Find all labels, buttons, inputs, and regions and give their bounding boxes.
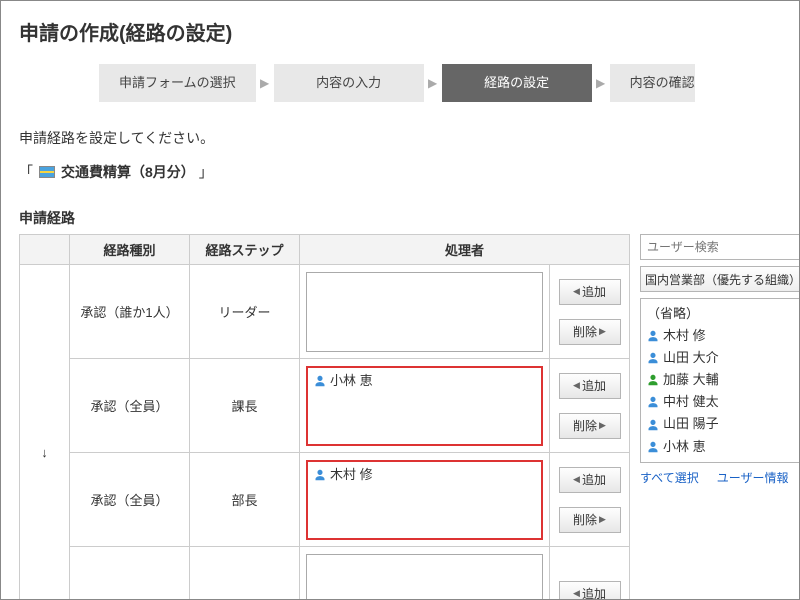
processor-name: 小林 恵 [330,372,373,390]
triangle-right-icon: ▶ [599,420,606,431]
add-button[interactable]: ◀追加 [559,373,621,399]
processor-box[interactable]: 木村 修 [306,460,543,540]
table-row: ↓承認（誰か1人）リーダー◀追加削除▶ [20,265,630,359]
step-select-form[interactable]: 申請フォームの選択 [99,64,256,102]
user-name: 中村 健太 [663,391,719,413]
chevron-right-icon: ▶ [592,76,610,90]
col-arrow [20,235,70,265]
route-step: リーダー [190,265,300,359]
delete-label: 削除 [573,417,597,434]
delete-button[interactable]: 削除▶ [559,507,621,533]
user-icon [647,419,659,431]
triangle-right-icon: ▶ [599,326,606,337]
form-name: 交通費精算（8月分） [61,162,195,182]
action-cell: ◀追加削除▶ [550,453,630,547]
user-icon [314,469,326,481]
user-list-item[interactable]: 山田 陽子 [647,413,793,435]
add-label: 追加 [582,585,606,600]
user-name: 木村 修 [663,325,706,347]
table-row: 承認（全員）部長 木村 修 ◀追加削除▶ [20,453,630,547]
user-icon [647,396,659,408]
add-button[interactable]: ◀追加 [559,467,621,493]
processor-cell: 小林 恵 [300,359,550,453]
col-step: 経路ステップ [190,235,300,265]
chevron-right-icon: ▶ [424,76,442,90]
delete-button[interactable]: 削除▶ [559,413,621,439]
action-cell: ◀追加 [550,547,630,600]
route-type: 承認（全員） [70,359,190,453]
user-list: （省略） 木村 修山田 大介加藤 大輔中村 健太山田 陽子小林 恵 [640,298,800,463]
page-title: 申請の作成(経路の設定) [19,17,799,46]
delete-label: 削除 [573,511,597,528]
processor-box[interactable]: 小林 恵 [306,366,543,446]
add-label: 追加 [582,377,606,394]
select-all-link[interactable]: すべて選択 [640,469,699,486]
step-confirm[interactable]: 内容の確認 [610,64,695,102]
step-route[interactable]: 経路の設定 [442,64,592,102]
processor-cell [300,547,550,600]
instruction-text: 申請経路を設定してください。 [19,128,799,148]
step-input[interactable]: 内容の入力 [274,64,424,102]
add-button[interactable]: ◀追加 [559,279,621,305]
route-type [70,547,190,600]
section-title: 申請経路 [19,208,799,228]
processor-box[interactable] [306,554,543,600]
bracket-close: 」 [199,162,213,182]
processor-cell: 木村 修 [300,453,550,547]
processor-cell [300,265,550,359]
add-label: 追加 [582,283,606,300]
user-icon [647,330,659,342]
processor-item[interactable]: 小林 恵 [314,372,535,390]
side-panel: 国内営業部（優先する組織） （省略） 木村 修山田 大介加藤 大輔中村 健太山田… [640,234,800,486]
user-icon [647,352,659,364]
flow-arrow: ↓ [20,265,70,600]
col-processor: 処理者 [300,235,630,265]
ticket-icon [39,166,55,178]
user-list-item[interactable]: 山田 大介 [647,347,793,369]
user-icon [647,374,659,386]
chevron-right-icon: ▶ [256,76,274,90]
route-step: 部長 [190,453,300,547]
processor-name: 木村 修 [330,466,373,484]
user-list-item[interactable]: 木村 修 [647,325,793,347]
user-icon [647,441,659,453]
user-icon [314,375,326,387]
bracket-open: 「 [19,162,33,182]
triangle-left-icon: ◀ [573,380,580,391]
action-cell: ◀追加削除▶ [550,359,630,453]
user-list-item[interactable]: 中村 健太 [647,391,793,413]
processor-box[interactable] [306,272,543,352]
table-row: ◀追加 [20,547,630,600]
triangle-left-icon: ◀ [573,474,580,485]
route-step [190,547,300,600]
form-name-row: 「 交通費精算（8月分） 」 [19,162,799,182]
user-list-item[interactable]: 加藤 大輔 [647,369,793,391]
route-type: 承認（全員） [70,453,190,547]
user-list-item[interactable]: 小林 恵 [647,436,793,458]
delete-button[interactable]: 削除▶ [559,319,621,345]
search-input[interactable] [640,234,800,260]
triangle-left-icon: ◀ [573,588,580,599]
user-info-link[interactable]: ユーザー情報 [717,469,789,486]
user-name: 山田 陽子 [663,413,719,435]
stepper: 申請フォームの選択 ▶ 内容の入力 ▶ 経路の設定 ▶ 内容の確認 [19,64,799,102]
route-table: 経路種別 経路ステップ 処理者 ↓承認（誰か1人）リーダー◀追加削除▶承認（全員… [19,234,630,600]
user-name: 山田 大介 [663,347,719,369]
triangle-left-icon: ◀ [573,286,580,297]
delete-label: 削除 [573,323,597,340]
triangle-right-icon: ▶ [599,514,606,525]
org-select[interactable]: 国内営業部（優先する組織） [640,266,800,292]
route-type: 承認（誰か1人） [70,265,190,359]
action-cell: ◀追加削除▶ [550,265,630,359]
add-label: 追加 [582,471,606,488]
list-note: （省略） [647,303,793,325]
add-button[interactable]: ◀追加 [559,581,621,600]
col-type: 経路種別 [70,235,190,265]
route-step: 課長 [190,359,300,453]
user-name: 加藤 大輔 [663,369,719,391]
processor-item[interactable]: 木村 修 [314,466,535,484]
table-row: 承認（全員）課長 小林 恵 ◀追加削除▶ [20,359,630,453]
user-name: 小林 恵 [663,436,706,458]
